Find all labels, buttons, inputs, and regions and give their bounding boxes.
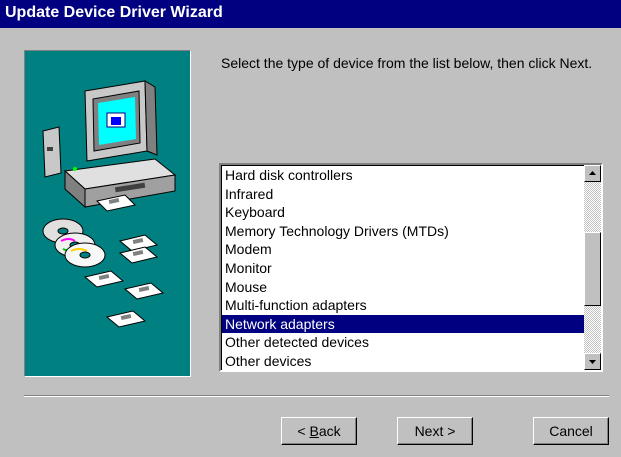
separator bbox=[24, 395, 609, 397]
floppy-disk-icon bbox=[83, 234, 165, 328]
list-item[interactable]: Infrared bbox=[222, 185, 584, 204]
back-rest: ack bbox=[318, 423, 341, 439]
device-list-items: Hard disk controllers Infrared Keyboard Mem… bbox=[222, 166, 584, 371]
list-item[interactable]: Network adapters bbox=[222, 314, 584, 334]
scroll-down-button[interactable] bbox=[584, 353, 601, 370]
wizard-window: Update Device Driver Wizard Select the t… bbox=[0, 0, 621, 457]
back-button[interactable]: < Back bbox=[281, 417, 357, 445]
instruction-text: Select the type of device from the list … bbox=[221, 55, 593, 71]
list-item[interactable]: Mouse bbox=[222, 278, 584, 297]
scroll-down-icon bbox=[589, 360, 596, 364]
window-title: Update Device Driver Wizard bbox=[5, 4, 223, 21]
list-item[interactable]: Memory Technology Drivers (MTDs) bbox=[222, 222, 584, 241]
scroll-up-icon bbox=[589, 171, 596, 175]
scrollbar-thumb[interactable] bbox=[584, 232, 601, 306]
list-item[interactable]: Modem bbox=[222, 240, 584, 259]
vertical-scrollbar[interactable] bbox=[584, 165, 601, 370]
wizard-illustration bbox=[24, 50, 191, 377]
list-item[interactable]: Keyboard bbox=[222, 203, 584, 222]
back-accelerator: B bbox=[309, 423, 319, 439]
back-prefix: < bbox=[297, 423, 310, 439]
list-item[interactable]: Other devices bbox=[222, 352, 584, 371]
device-type-list[interactable]: Hard disk controllers Infrared Keyboard Mem… bbox=[219, 163, 603, 372]
next-button[interactable]: Next > bbox=[397, 417, 473, 445]
cancel-button[interactable]: Cancel bbox=[533, 417, 609, 445]
title-bar[interactable]: Update Device Driver Wizard bbox=[0, 0, 621, 28]
list-item[interactable]: Monitor bbox=[222, 259, 584, 278]
list-item[interactable]: Hard disk controllers bbox=[222, 166, 584, 185]
scroll-up-button[interactable] bbox=[584, 165, 601, 182]
list-item[interactable]: Multi-function adapters bbox=[222, 296, 584, 315]
list-item[interactable]: Other detected devices bbox=[222, 333, 584, 352]
